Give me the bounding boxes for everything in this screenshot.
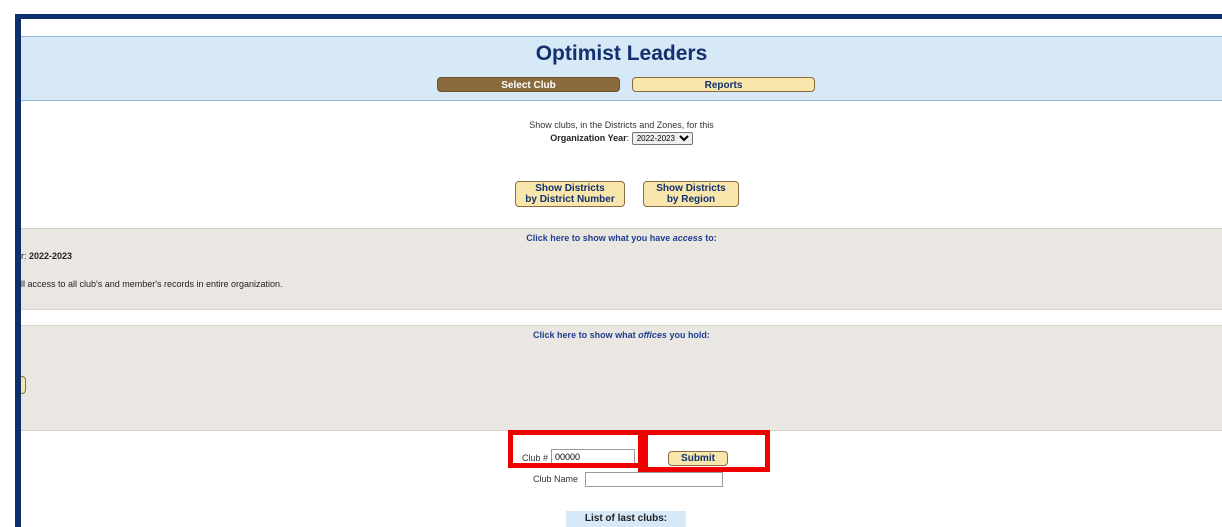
org-year-separator: :: [626, 133, 630, 143]
page-title: Optimist Leaders: [535, 42, 708, 65]
show-access-link[interactable]: Click here to show what you have access …: [21, 233, 1222, 243]
offices-panel: Click here to show what offices you hold…: [21, 325, 1222, 431]
intro-text: Show clubs, in the Districts and Zones, …: [529, 120, 714, 130]
access-link-suffix: to:: [702, 233, 717, 243]
last-clubs-label: List of last clubs:: [566, 511, 686, 527]
nav-bar: Select Club Reports: [21, 71, 1222, 101]
offices-link-suffix: you hold:: [666, 330, 710, 340]
by-number-line2: by District Number: [525, 194, 615, 205]
org-year-select[interactable]: 2022-2023: [631, 132, 693, 146]
by-region-line2: by Region: [666, 194, 716, 205]
club-number-label: Club #: [522, 453, 549, 463]
offices-link-prefix: Click here to show what: [533, 330, 639, 340]
access-year-label: r:: [21, 251, 29, 261]
org-year-row: Organization Year: 2022-2023: [21, 132, 1222, 146]
show-districts-by-number-button[interactable]: Show Districts by District Number: [515, 181, 625, 207]
access-year-text: r: 2022-2023: [21, 251, 72, 261]
org-year-intro: Show clubs, in the Districts and Zones, …: [21, 119, 1222, 146]
title-bar: Optimist Leaders: [21, 36, 1222, 72]
show-districts-by-region-button[interactable]: Show Districts by Region: [643, 181, 739, 207]
org-year-label: Organization Year: [550, 133, 627, 143]
club-name-input[interactable]: [585, 472, 723, 487]
tab-reports[interactable]: Reports: [632, 77, 815, 92]
access-description: ll access to all club's and member's rec…: [21, 279, 283, 289]
page-content: Optimist Leaders Select Club Reports Sho…: [21, 19, 1222, 527]
offices-button-partial[interactable]: [21, 376, 26, 394]
club-number-input[interactable]: [551, 449, 635, 464]
tab-select-club[interactable]: Select Club: [437, 77, 620, 92]
club-name-label: Club Name: [533, 474, 579, 484]
by-region-line1: Show Districts: [656, 183, 726, 194]
offices-link-emphasis: offices: [638, 330, 667, 340]
access-panel: Click here to show what you have access …: [21, 228, 1222, 310]
access-year-value: 2022-2023: [29, 251, 73, 261]
show-offices-link[interactable]: Click here to show what offices you hold…: [21, 330, 1222, 340]
submit-button[interactable]: Submit: [668, 451, 728, 466]
access-link-prefix: Click here to show what you have: [526, 233, 673, 243]
by-number-line1: Show Districts: [535, 183, 605, 194]
access-link-emphasis: access: [672, 233, 703, 243]
